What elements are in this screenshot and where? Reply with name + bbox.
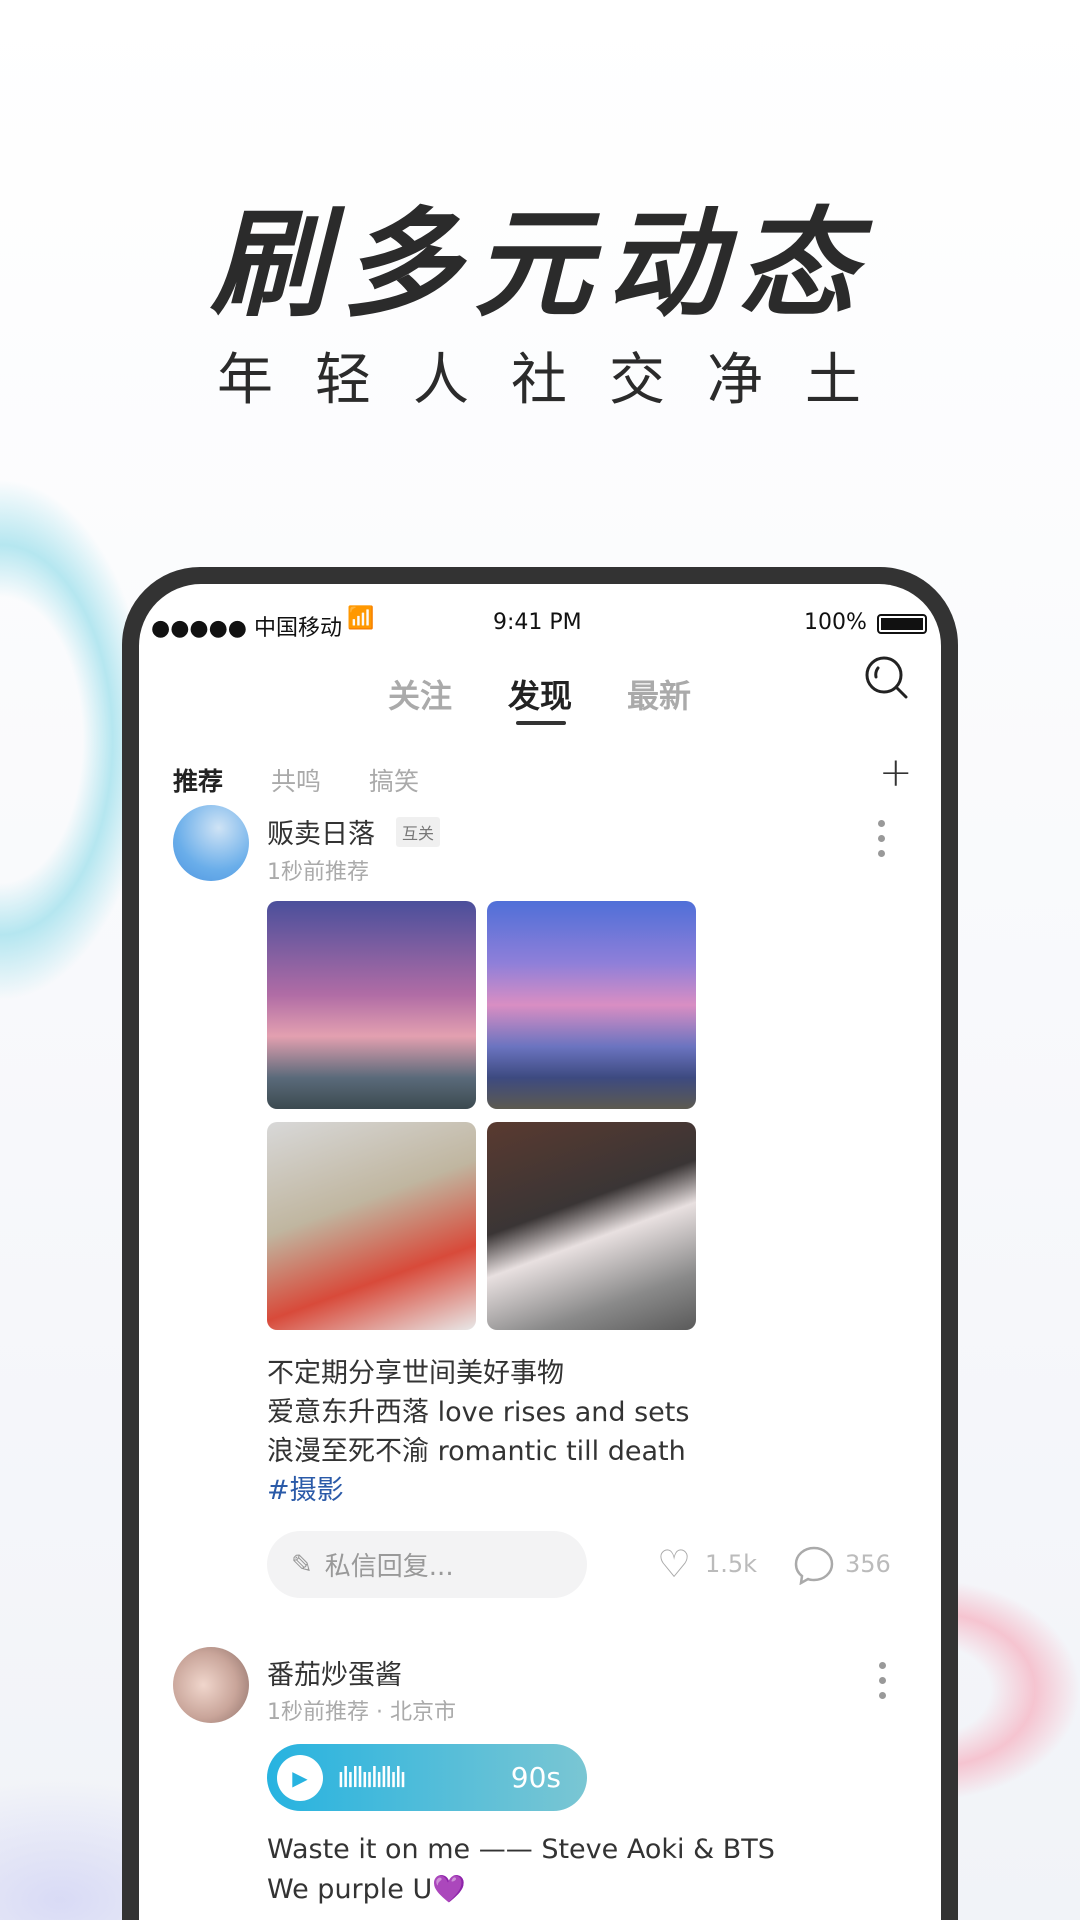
promo-subtitle: 年轻人社交净土 bbox=[217, 348, 903, 413]
tab-follow[interactable]: 关注 bbox=[388, 671, 452, 717]
post-author[interactable]: 番茄炒蛋酱 bbox=[267, 1653, 402, 1692]
comment-icon[interactable] bbox=[793, 1545, 835, 1585]
search-icon[interactable] bbox=[863, 654, 909, 700]
wifi-icon: 📶 bbox=[347, 606, 375, 631]
subtab-funny[interactable]: 搞笑 bbox=[369, 762, 419, 798]
hashtag-link[interactable]: #摄影 bbox=[267, 1468, 344, 1507]
battery-percent: 100% bbox=[804, 610, 867, 635]
phone-frame: ●●●●● 中国移动 📶 9:41 PM 100% 关注 发现 最新 推荐 共鸣… bbox=[122, 567, 958, 1920]
add-icon[interactable]: + bbox=[879, 750, 913, 796]
audio-duration: 90s bbox=[510, 1761, 561, 1794]
post-meta: 1秒前推荐 bbox=[267, 860, 369, 885]
status-time: 9:41 PM bbox=[493, 610, 582, 635]
tab-discover[interactable]: 发现 bbox=[508, 671, 572, 717]
post-text-line: 爱意东升西落 love rises and sets bbox=[267, 1397, 690, 1428]
avatar[interactable] bbox=[173, 805, 249, 881]
post-image[interactable] bbox=[267, 1122, 476, 1330]
post-text-line: 不定期分享世间美好事物 bbox=[267, 1358, 564, 1389]
subtab-resonance[interactable]: 共鸣 bbox=[271, 762, 321, 798]
battery-icon bbox=[877, 614, 927, 634]
post-text-line: Waste it on me —— Steve Aoki & BTS bbox=[267, 1834, 775, 1865]
phone-screen: ●●●●● 中国移动 📶 9:41 PM 100% 关注 发现 最新 推荐 共鸣… bbox=[139, 584, 941, 1920]
more-icon[interactable] bbox=[879, 1662, 887, 1699]
post-image[interactable] bbox=[487, 1122, 696, 1330]
waveform-icon: ılıllıılıllılı bbox=[337, 1761, 407, 1794]
avatar[interactable] bbox=[173, 1647, 249, 1723]
post-image[interactable] bbox=[487, 901, 696, 1109]
post-meta: 1秒前推荐 · 北京市 bbox=[267, 1700, 456, 1725]
audio-player[interactable]: ▶ ılıllıılıllılı 90s bbox=[267, 1744, 587, 1811]
tab-latest[interactable]: 最新 bbox=[627, 671, 691, 717]
post-author[interactable]: 贩卖日落 bbox=[267, 812, 375, 851]
reply-input[interactable]: ✎ 私信回复... bbox=[267, 1531, 587, 1598]
post-image[interactable] bbox=[267, 901, 476, 1109]
post-text-line: 浪漫至死不渝 romantic till death bbox=[267, 1436, 686, 1467]
reply-placeholder: 私信回复... bbox=[324, 1552, 454, 1582]
pencil-icon: ✎ bbox=[291, 1549, 313, 1580]
play-icon[interactable]: ▶ bbox=[277, 1754, 323, 1801]
comment-count: 356 bbox=[845, 1550, 891, 1578]
subtab-recommend[interactable]: 推荐 bbox=[173, 762, 223, 798]
carrier: ●●●●● 中国移动 bbox=[151, 616, 342, 641]
more-icon[interactable] bbox=[878, 820, 886, 857]
post-text-line: We purple U💜 bbox=[267, 1874, 466, 1905]
heart-icon[interactable]: ♡ bbox=[657, 1542, 691, 1586]
promo-title: 刷多元动态 bbox=[209, 195, 870, 333]
tab-underline bbox=[516, 721, 566, 725]
like-count: 1.5k bbox=[705, 1550, 758, 1578]
mutual-badge: 互关 bbox=[396, 817, 441, 847]
